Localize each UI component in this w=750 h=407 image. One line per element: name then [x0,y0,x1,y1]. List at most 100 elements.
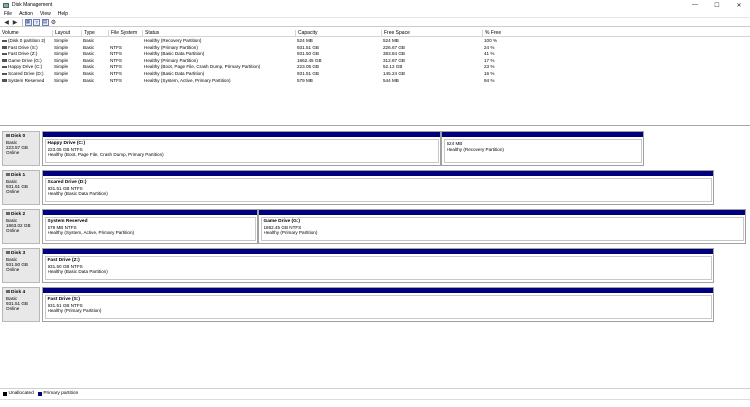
menu-view[interactable]: View [36,11,54,17]
volume-name: Game Drive (G:) [8,57,42,63]
console-icon[interactable]: ▤ [41,18,49,26]
disk-management-icon [3,2,9,8]
table-cell: 524 MB [383,38,399,43]
volume-icon [2,46,7,49]
table-cell: Happy Drive (C:) [0,64,52,71]
help-icon[interactable]: ? [33,18,40,26]
disk-name: Disk 4 [11,290,26,295]
volume-icon [2,52,7,56]
legend-primary-partition: Primary partition [43,391,79,396]
table-cell: NTFS [110,57,122,63]
table-row[interactable]: (Disk 0 partition 2) Simple Basic Healthy (… [0,38,750,45]
back-icon[interactable]: ◀ [3,19,10,26]
table-cell: Simple [54,51,69,57]
column-file-system[interactable]: File System [108,30,142,37]
volume-icon [2,72,7,76]
volume-icon [2,39,7,43]
settings-icon[interactable]: ⚙ [50,19,57,26]
close-button[interactable]: ✕ [728,0,750,10]
partition-status: Healthy (Recovery Partition) [446,146,504,152]
table-cell: Healthy (Boot, Page File, Crash Dump, Pr… [144,64,261,70]
toolbar-separator [22,18,23,26]
table-row[interactable]: Game Drive (G:) Simple Basic NTFS Healthy (P… [0,58,750,65]
volume-name: Scared Drive (D:) [8,71,44,76]
menu-action[interactable]: Action [15,11,36,17]
disk-row-0: Disk 0 Basic 223.57 GB Online Happy Driv… [2,131,747,166]
table-cell: Fast Drive (Z:) [0,51,52,58]
disk-label[interactable]: Disk 2 Basic 1863.02 GB Online [2,209,40,244]
column-status[interactable]: Status [142,30,295,37]
table-cell: Basic [83,44,95,50]
table-cell: 41 % [484,51,495,57]
disk-label[interactable]: Disk 1 Basic 931.51 GB Online [2,170,40,205]
disk-status: Online [6,306,20,312]
partition-block[interactable]: Scared Drive (D:) 931.51 GB NTFS Healthy… [42,170,714,205]
partition-block[interactable]: Game Drive (G:) 1862.45 GB NTFS Healthy … [258,209,746,244]
table-row[interactable]: System Reserved Simple Basic NTFS Healthy (S… [0,78,750,85]
disk-label[interactable]: Disk 3 Basic 931.50 GB Online [2,248,40,283]
legend: Unallocated Primary partition [0,388,750,398]
disk-row-1: Disk 1 Basic 931.51 GB Online Scared Dri… [2,170,747,205]
primary-partition-bar [442,132,643,137]
partition-block[interactable]: System Reserved 579 MB NTFS Healthy (Sys… [42,209,258,244]
minimize-button[interactable]: — [684,0,706,10]
forward-icon[interactable]: ▶ [12,19,19,26]
partition-block[interactable]: 524 MB Healthy (Recovery Partition) [441,131,644,166]
table-cell: 226.67 GB [383,44,405,50]
table-cell: NTFS [110,51,122,57]
partition-block[interactable]: Happy Drive (C:) 223.05 GB NTFS Healthy … [42,131,441,166]
table-row[interactable]: Scared Drive (D:) Simple Basic NTFS Healthy … [0,71,750,78]
table-cell: (Disk 0 partition 2) [0,38,52,45]
partition-block[interactable]: Fast Drive (S:) 931.51 GB NTFS Healthy (… [42,287,714,322]
menu-help[interactable]: Help [54,11,71,17]
table-row[interactable]: Happy Drive (C:) Simple Basic NTFS Healthy (… [0,64,750,71]
disk-icon [6,134,10,138]
window-controls: — ☐ ✕ [684,0,750,10]
disk-icon [6,173,10,177]
table-cell: NTFS [110,71,122,76]
table-cell: 17 % [484,57,495,63]
table-cell: Basic [83,71,95,76]
partition-block[interactable]: Fast Drive (Z:) 931.50 GB NTFS Healthy (… [42,248,714,283]
primary-partition-bar [43,210,257,215]
table-cell: 100 % [484,38,498,43]
legend-unallocated: Unallocated [8,391,34,396]
column-free-space[interactable]: Free Space [381,30,482,37]
maximize-button[interactable]: ☐ [706,0,728,10]
table-cell: 312.87 GB [383,57,405,63]
table-cell: Healthy (Basic Data Partition) [144,51,205,57]
volume-icon [2,65,7,69]
table-cell: System Reserved [0,78,52,85]
table-cell: 579 MB [297,77,313,83]
table-row[interactable]: Fast Drive (S:) Simple Basic NTFS Healthy (P… [0,45,750,52]
table-cell: Healthy (Recovery Partition) [144,38,202,43]
disk-row-2: Disk 2 Basic 1863.02 GB Online System Re… [2,209,747,244]
table-cell: Simple [54,71,69,76]
column-type[interactable]: Type [81,30,108,37]
volume-name: Fast Drive (Z:) [8,51,38,57]
column-layout[interactable]: Layout [52,30,81,37]
disk-label[interactable]: Disk 0 Basic 223.57 GB Online [2,131,40,166]
partition-status: Healthy (System, Active, Primary Partiti… [47,230,135,236]
column-percent-free[interactable]: % Free [482,30,530,37]
unallocated-swatch [3,391,7,396]
table-cell: NTFS [110,44,122,50]
table-cell: Basic [83,38,95,43]
column-volume[interactable]: Volume [0,30,52,37]
table-row[interactable]: Fast Drive (Z:) Simple Basic NTFS Healthy (B… [0,51,750,58]
primary-partition-bar [43,249,713,254]
properties-icon[interactable]: ▦ [24,18,32,26]
menu-file[interactable]: File [0,11,15,17]
table-cell: 23 % [484,64,495,70]
disk-label[interactable]: Disk 4 Basic 931.51 GB Online [2,287,40,322]
table-cell: Scared Drive (D:) [0,71,52,78]
table-cell [108,38,142,45]
column-capacity[interactable]: Capacity [295,30,381,37]
table-cell: 931.51 GB [297,71,319,76]
primary-partition-swatch [37,391,42,396]
partition-status: Healthy (Primary Partition) [47,308,102,314]
primary-partition-bar [43,171,713,176]
table-cell: 94 % [484,77,495,83]
disk-status: Online [6,189,20,195]
disk-name: Disk 3 [11,251,26,256]
